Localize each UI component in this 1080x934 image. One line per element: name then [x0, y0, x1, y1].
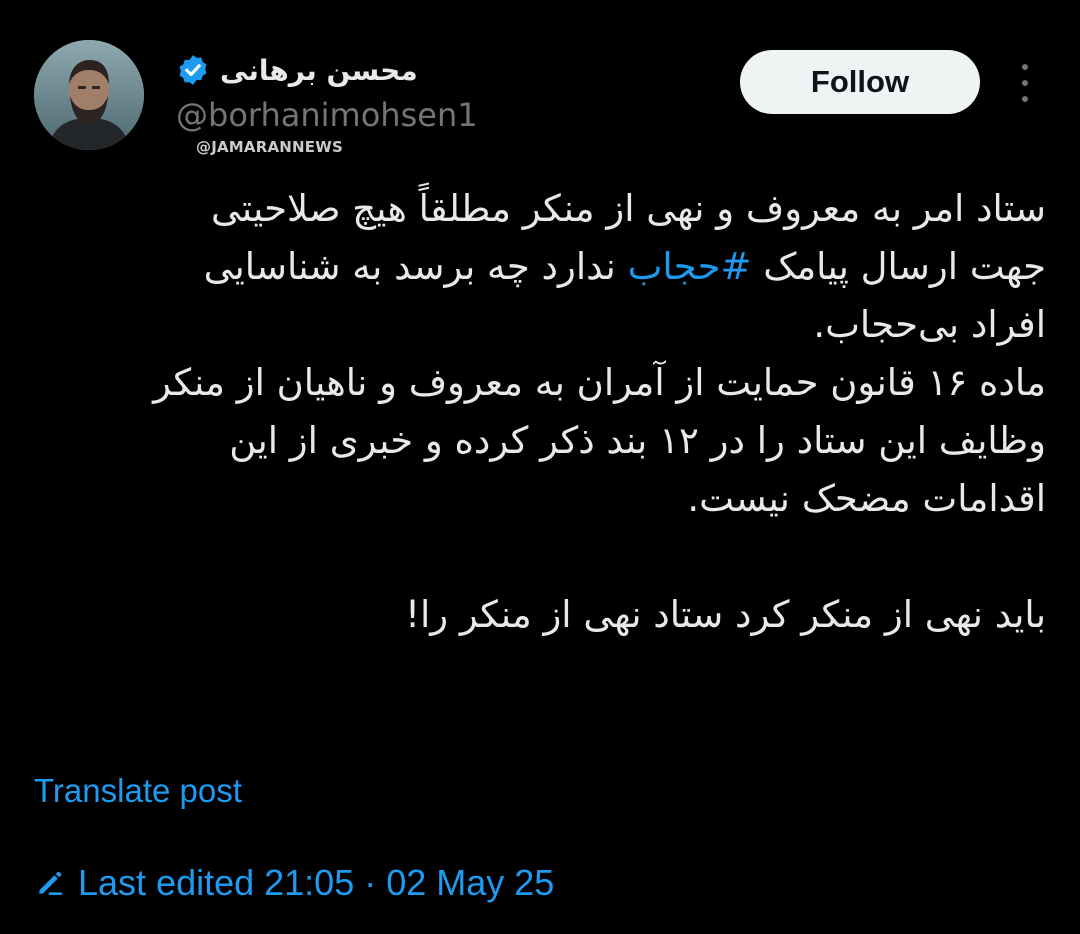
- tweet-line: جهت ارسال پیامک #حجاب ندارد چه برسد به ش…: [34, 238, 1046, 296]
- hashtag-link[interactable]: #حجاب: [628, 245, 752, 288]
- author-name-row[interactable]: محسن برهانی: [176, 48, 476, 92]
- more-options-icon-dot: [1022, 96, 1028, 102]
- translate-post-link[interactable]: Translate post: [34, 772, 242, 810]
- tweet-line: ستاد امر به معروف و نهی از منکر مطلقاً ه…: [210, 187, 1046, 230]
- tweet-text: ستاد امر به معروف و نهی از منکر مطلقاً ه…: [34, 180, 1046, 644]
- more-options-button[interactable]: [1008, 62, 1042, 104]
- verified-badge-icon[interactable]: [176, 53, 210, 87]
- tweet-line-text: ندارد چه برسد به شناسایی: [203, 245, 628, 288]
- tweet-line: اقدامات مضحک نیست.: [687, 477, 1046, 520]
- watermark: @JAMARANNEWS: [196, 138, 343, 156]
- author-display-name[interactable]: محسن برهانی: [220, 54, 418, 87]
- tweet-line: ماده ۱۶ قانون حمایت از آمران به معروف و …: [153, 361, 1046, 404]
- more-options-icon-dot: [1022, 80, 1028, 86]
- more-options-icon: [1022, 64, 1028, 70]
- avatar[interactable]: [34, 40, 144, 150]
- last-edited-text[interactable]: Last edited 21:05 · 02 May 25: [78, 862, 554, 904]
- author-handle[interactable]: @borhanimohsen1: [176, 96, 478, 134]
- tweet-line: باید نهی از منکر کرد ستاد نهی از منکر را…: [405, 593, 1046, 636]
- avatar-photo: [34, 40, 144, 150]
- tweet-line: افراد بی‌حجاب.: [813, 303, 1046, 346]
- follow-button[interactable]: Follow: [740, 50, 980, 114]
- last-edited-link[interactable]: Last edited 21:05 · 02 May 25: [34, 862, 554, 904]
- pencil-icon: [34, 867, 66, 899]
- tweet-line: وظایف این ستاد را در ۱۲ بند ذکر کرده و خ…: [229, 419, 1046, 462]
- tweet-line-text: جهت ارسال پیامک: [751, 245, 1046, 288]
